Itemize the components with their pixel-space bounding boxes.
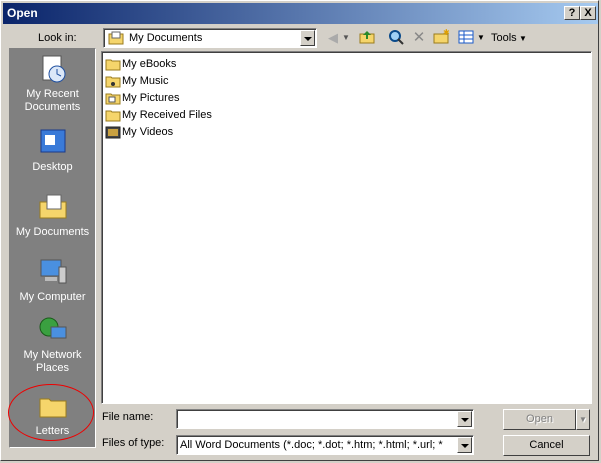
look-in-dropdown-arrow[interactable]: [300, 30, 315, 46]
delete-icon[interactable]: ✕: [409, 29, 429, 47]
place-desktop[interactable]: Desktop: [10, 127, 95, 174]
close-button[interactable]: X: [580, 6, 596, 20]
search-web-icon[interactable]: [386, 29, 406, 47]
file-name: My Music: [122, 75, 169, 87]
file-name-input[interactable]: [176, 409, 474, 429]
look-in-value: My Documents: [129, 32, 203, 44]
music-folder-icon: [105, 76, 121, 88]
file-name: My Pictures: [122, 92, 180, 104]
title-bar[interactable]: Open ? X: [3, 3, 598, 24]
network-places-icon: [39, 317, 66, 339]
tools-menu[interactable]: Tools: [491, 32, 517, 44]
cancel-button[interactable]: Cancel: [503, 435, 590, 456]
open-button[interactable]: Open: [503, 409, 576, 430]
list-item[interactable]: My Videos: [105, 124, 173, 140]
views-dropdown-icon[interactable]: ▼: [476, 29, 486, 47]
file-name-dropdown-arrow[interactable]: [457, 411, 472, 427]
my-computer-icon: [40, 259, 66, 284]
up-folder-icon[interactable]: [357, 29, 377, 47]
file-name: My Received Files: [122, 109, 212, 121]
views-icon[interactable]: [456, 29, 476, 47]
annotation-circle: [8, 384, 94, 441]
list-item[interactable]: My Received Files: [105, 107, 212, 123]
open-dialog: Open ? X Look in: My Documents ◀ ▼ ✕ ✱ ▼…: [0, 0, 599, 461]
my-documents-icon: [39, 194, 66, 219]
back-dropdown-icon[interactable]: ▼: [341, 29, 351, 47]
files-of-type-select[interactable]: All Word Documents (*.doc; *.dot; *.htm;…: [176, 435, 474, 455]
svg-text:✱: ✱: [443, 29, 450, 37]
place-label: My Recent Documents: [24, 88, 81, 113]
desktop-icon: [40, 129, 65, 153]
look-in-combo[interactable]: My Documents: [103, 28, 317, 48]
new-folder-icon[interactable]: ✱: [431, 28, 451, 47]
my-documents-icon: [108, 31, 124, 45]
tools-dropdown-icon[interactable]: ▼: [519, 34, 527, 43]
place-my-documents[interactable]: My Documents: [10, 192, 95, 239]
list-item[interactable]: My Pictures: [105, 90, 179, 106]
file-list[interactable]: My eBooks My Music My Pictures My Receiv…: [101, 51, 592, 404]
list-item[interactable]: My eBooks: [105, 56, 176, 72]
place-my-computer[interactable]: My Computer: [10, 257, 95, 304]
list-item[interactable]: My Music: [105, 73, 168, 89]
help-button[interactable]: ?: [564, 6, 580, 20]
file-name-label: File name:: [102, 411, 154, 423]
place-label: Desktop: [32, 161, 73, 173]
place-label: My Documents: [15, 226, 90, 238]
folder-icon: [105, 110, 121, 122]
back-icon[interactable]: ◀: [323, 29, 343, 47]
place-label: My Network Places: [23, 349, 82, 374]
folder-icon: [105, 59, 121, 71]
file-name: My Videos: [122, 126, 174, 138]
pictures-folder-icon: [105, 93, 121, 105]
place-my-network-places[interactable]: My Network Places: [10, 315, 95, 375]
videos-folder-icon: [105, 126, 121, 139]
files-of-type-value: All Word Documents (*.doc; *.dot; *.htm;…: [180, 439, 443, 451]
dialog-title: Open: [7, 6, 38, 20]
place-label: My Computer: [19, 291, 86, 303]
recent-documents-icon: [42, 55, 65, 83]
files-of-type-dropdown-arrow[interactable]: [457, 437, 472, 453]
look-in-label: Look in:: [38, 32, 77, 44]
open-dropdown-arrow[interactable]: ▼: [576, 409, 590, 430]
place-my-recent-documents[interactable]: My Recent Documents: [10, 54, 95, 114]
file-name: My eBooks: [122, 58, 177, 70]
files-of-type-label: Files of type:: [102, 437, 165, 449]
